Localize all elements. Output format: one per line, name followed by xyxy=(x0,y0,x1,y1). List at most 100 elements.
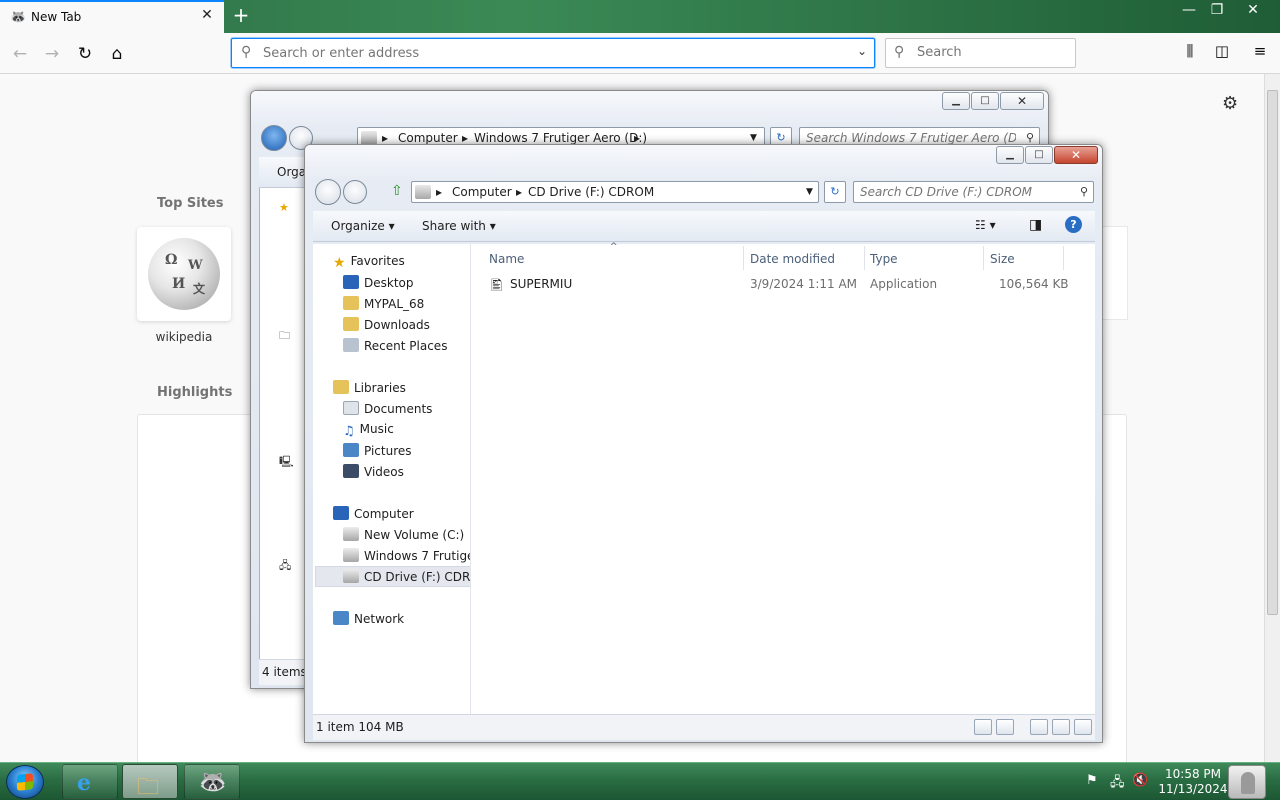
maximize-button[interactable]: ❐ xyxy=(1200,0,1234,20)
maximize-button[interactable]: □ xyxy=(971,92,999,110)
search-bar[interactable]: ⚲ xyxy=(885,38,1076,68)
file-size: 106,564 KB xyxy=(999,277,1069,291)
taskbar-explorer[interactable]: 🗀 xyxy=(122,764,178,800)
help-icon[interactable]: ? xyxy=(1065,216,1082,233)
clock[interactable]: 10:58 PM 11/13/2024 xyxy=(1153,767,1233,797)
address-bar[interactable]: ▸ Computer ▸ CD Drive (F:) CDROM ▼ xyxy=(411,181,819,203)
menu-icon[interactable]: ≡ xyxy=(1249,42,1271,64)
close-button[interactable]: ✕ xyxy=(1236,0,1270,20)
reload-icon[interactable]: ↻ xyxy=(71,40,99,68)
breadcrumb-computer[interactable]: Computer xyxy=(398,131,458,145)
taskbar: e 🗀 🦝 ⚑ 🖧 🔇 10:58 PM 11/13/2024 xyxy=(0,762,1280,800)
user-avatar[interactable] xyxy=(1228,765,1266,799)
forward-icon[interactable]: → xyxy=(38,40,66,68)
nav-label: Favorites xyxy=(350,254,405,268)
browser-titlebar: 🦝 New Tab ✕ + — ❐ ✕ xyxy=(0,0,1280,33)
top-site-tile[interactable]: Ω W И 文 xyxy=(137,227,231,321)
refresh-icon[interactable]: ↻ xyxy=(824,181,846,203)
preview-pane-icon[interactable]: ◨ xyxy=(1029,217,1042,233)
mute-icon[interactable]: 🔇 xyxy=(1132,773,1148,788)
details-view-icon[interactable] xyxy=(974,719,992,735)
tab-new-tab[interactable]: 🦝 New Tab ✕ xyxy=(0,0,224,33)
start-orb-icon[interactable] xyxy=(6,765,44,799)
chevron-down-icon[interactable]: ▼ xyxy=(750,133,757,143)
downloads-folder-icon xyxy=(343,317,359,331)
nav-pictures[interactable]: Pictures xyxy=(343,443,412,458)
nav-videos[interactable]: Videos xyxy=(343,464,404,479)
column-divider[interactable] xyxy=(1063,246,1064,270)
url-input[interactable] xyxy=(263,44,843,62)
details-pane-icon[interactable] xyxy=(1052,719,1070,735)
documents-icon xyxy=(343,401,359,415)
column-divider[interactable] xyxy=(864,246,865,270)
close-button[interactable]: ✕ xyxy=(1000,92,1044,110)
column-name[interactable]: Name xyxy=(489,252,524,266)
status-text: 1 item 104 MB xyxy=(316,720,404,734)
nav-music[interactable]: ♫ Music xyxy=(343,422,394,439)
highlights-heading: Highlights xyxy=(157,385,233,400)
organize-button[interactable]: Orga xyxy=(277,165,306,179)
view-options-icon[interactable]: ☷ ▾ xyxy=(975,218,996,232)
nav-documents[interactable]: Documents xyxy=(343,401,432,416)
search-input[interactable] xyxy=(806,131,1016,145)
close-button[interactable]: ✕ xyxy=(1054,146,1098,164)
taskbar-browser[interactable]: 🦝 xyxy=(184,764,240,799)
scrollbar-thumb[interactable] xyxy=(1267,90,1278,615)
nav-favorites[interactable]: ★ Favorites xyxy=(333,254,405,271)
chevron-down-icon[interactable]: ▼ xyxy=(806,187,813,197)
search-box[interactable]: ⚲ xyxy=(853,181,1094,203)
nav-recent-places[interactable]: Recent Places xyxy=(343,338,447,353)
maximize-button[interactable]: □ xyxy=(1025,146,1053,164)
address-bar[interactable]: ⚲ ⌄ xyxy=(231,38,875,68)
nav-computer[interactable]: Computer xyxy=(333,506,414,521)
breadcrumb-computer[interactable]: Computer xyxy=(452,185,512,199)
chevron-down-icon[interactable]: ⌄ xyxy=(857,44,867,58)
back-icon[interactable] xyxy=(261,125,287,151)
column-type[interactable]: Type xyxy=(870,252,898,266)
breadcrumb-drive[interactable]: Windows 7 Frutiger Aero (D:) xyxy=(474,131,647,145)
back-icon[interactable]: ← xyxy=(6,40,34,68)
preview-pane-icon[interactable] xyxy=(1074,719,1092,735)
nav-libraries[interactable]: Libraries xyxy=(333,380,406,395)
column-date-modified[interactable]: Date modified xyxy=(750,252,835,266)
forward-icon[interactable] xyxy=(343,180,367,204)
back-icon[interactable] xyxy=(315,179,341,205)
breadcrumb-drive[interactable]: CD Drive (F:) CDROM xyxy=(528,185,654,199)
vertical-scrollbar[interactable] xyxy=(1264,74,1280,762)
up-folder-icon[interactable]: ⇧ xyxy=(391,183,403,199)
share-with-button[interactable]: Share with ▾ xyxy=(422,219,496,233)
tab-close-button[interactable]: ✕ xyxy=(198,7,216,27)
top-site-label[interactable]: wikipedia xyxy=(137,330,231,344)
minimize-button[interactable]: ▁ xyxy=(996,146,1024,164)
column-divider[interactable] xyxy=(743,246,744,270)
layout-icon[interactable] xyxy=(1030,719,1048,735)
icons-view-icon[interactable] xyxy=(996,719,1014,735)
network-tray-icon[interactable]: 🖧 xyxy=(1110,773,1125,795)
network-icon xyxy=(333,611,349,625)
column-size[interactable]: Size xyxy=(990,252,1015,266)
search-input[interactable] xyxy=(917,45,1067,60)
recent-places-icon xyxy=(343,338,359,352)
column-divider[interactable] xyxy=(983,246,984,270)
search-icon: ⚲ xyxy=(1025,131,1034,144)
organize-button[interactable]: Organize ▾ xyxy=(331,219,395,233)
nav-drive-c[interactable]: New Volume (C:) xyxy=(343,527,464,542)
explorer-window-cd-drive[interactable]: ▁ □ ✕ ⇧ ▸ Computer ▸ CD Drive (F:) CDROM… xyxy=(304,144,1103,743)
taskbar-ie[interactable]: e xyxy=(62,764,118,799)
minimize-button[interactable]: ▁ xyxy=(942,92,970,110)
nav-downloads[interactable]: Downloads xyxy=(343,317,430,332)
flag-icon[interactable]: ⚑ xyxy=(1086,773,1098,788)
gear-icon[interactable]: ⚙ xyxy=(1222,93,1238,114)
breadcrumb-sep: ▸ xyxy=(634,131,641,145)
nav-drive-f[interactable]: CD Drive (F:) CDROM xyxy=(343,569,470,584)
home-icon[interactable]: ⌂ xyxy=(103,40,131,68)
nav-drive-d[interactable]: Windows 7 Frutiger xyxy=(343,548,470,563)
nav-network[interactable]: Network xyxy=(333,611,404,626)
table-row[interactable]: 🖺 SUPERMIU 3/9/2024 1:11 AM Application … xyxy=(471,274,1095,296)
search-input[interactable] xyxy=(860,185,1070,199)
nav-desktop[interactable]: Desktop xyxy=(343,275,414,290)
sidebar-icon[interactable]: ◫ xyxy=(1211,42,1233,64)
library-icon[interactable]: ⫼ xyxy=(1179,42,1201,64)
new-tab-button[interactable]: + xyxy=(230,4,252,28)
nav-mypal[interactable]: MYPAL_68 xyxy=(343,296,424,311)
